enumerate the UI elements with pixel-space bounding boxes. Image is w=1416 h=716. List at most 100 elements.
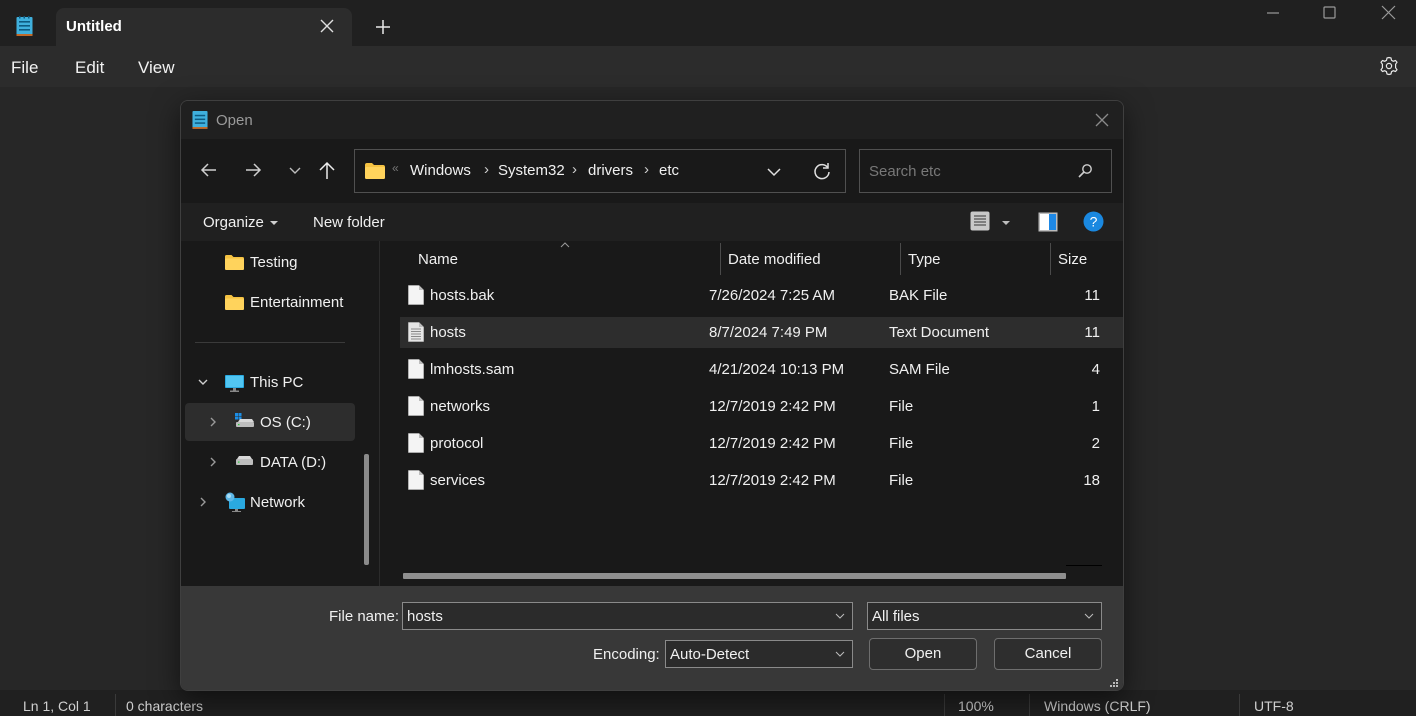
menu-file[interactable]: File (11, 58, 38, 78)
zoom-level[interactable]: 100% (958, 698, 994, 714)
search-input[interactable]: Search etc (859, 149, 1112, 193)
dialog-title: Open (216, 112, 253, 129)
file-type: File (889, 398, 914, 415)
up-arrow-icon[interactable] (316, 159, 338, 181)
menu-view[interactable]: View (138, 58, 175, 78)
column-header-size[interactable]: Size (1058, 251, 1087, 268)
sidebar-item-testing[interactable]: Testing (185, 243, 355, 281)
address-bar[interactable]: « Windows › System32 › drivers › etc (354, 149, 846, 193)
chevron-right-icon[interactable] (197, 496, 209, 508)
sidebar-scrollbar[interactable] (364, 454, 369, 565)
column-separator[interactable] (1050, 243, 1051, 275)
preview-pane-icon[interactable] (1038, 212, 1058, 232)
search-icon[interactable] (1077, 163, 1093, 179)
breadcrumb-separator-icon[interactable]: › (572, 161, 577, 178)
encoding-select[interactable]: Auto-Detect (665, 640, 853, 668)
file-row[interactable]: hosts 8/7/2024 7:49 PM Text Document 11 (400, 317, 1123, 348)
file-name: services (430, 472, 486, 489)
new-tab-icon[interactable] (374, 18, 392, 36)
column-separator[interactable] (720, 243, 721, 275)
sidebar-item-os-c[interactable]: OS (C:) (185, 403, 355, 441)
line-ending[interactable]: Windows (CRLF) (1044, 698, 1151, 714)
close-tab-icon[interactable] (318, 17, 336, 35)
dialog-title-bar: Open (181, 101, 1123, 139)
menu-edit[interactable]: Edit (75, 58, 104, 78)
menu-bar: File Edit View (0, 46, 1416, 87)
sidebar-divider (195, 342, 345, 343)
resize-grip-icon[interactable] (1109, 678, 1119, 688)
chevron-down-icon[interactable] (1083, 611, 1095, 621)
chevron-down-icon[interactable] (834, 611, 846, 621)
sidebar-label: Entertainment (250, 294, 344, 311)
file-row[interactable]: hosts.bak 7/26/2024 7:25 AM BAK File 11 (400, 280, 1123, 311)
file-type-select[interactable]: All files (867, 602, 1102, 630)
open-button[interactable]: Open (869, 638, 977, 670)
address-dropdown-icon[interactable] (765, 163, 783, 181)
back-arrow-icon[interactable] (198, 159, 220, 181)
close-dialog-icon[interactable] (1093, 111, 1111, 129)
encoding-status[interactable]: UTF-8 (1254, 698, 1294, 714)
chevron-right-icon[interactable] (207, 456, 219, 468)
column-header-name[interactable]: Name (418, 251, 458, 268)
chevron-down-icon[interactable] (834, 649, 846, 659)
overflow-chevron-icon[interactable]: « (392, 161, 399, 175)
breadcrumb-etc[interactable]: etc (659, 162, 679, 179)
drive-icon (236, 456, 253, 465)
file-size: 1 (1091, 398, 1100, 415)
sidebar-item-network[interactable]: Network (185, 483, 355, 521)
sidebar-item-this-pc[interactable]: This PC (185, 363, 355, 401)
file-row[interactable]: protocol 12/7/2019 2:42 PM File 2 (400, 428, 1123, 459)
breadcrumb-windows[interactable]: Windows (410, 162, 471, 179)
file-row[interactable]: lmhosts.sam 4/21/2024 10:13 PM SAM File 4 (400, 354, 1123, 385)
file-size: 2 (1091, 435, 1100, 452)
organize-label: Organize (203, 214, 264, 231)
tab-untitled[interactable]: Untitled (56, 8, 352, 46)
forward-arrow-icon[interactable] (242, 159, 264, 181)
notepad-window: Untitled File Edit View Ln 1, Col 1 0 ch… (0, 0, 1416, 716)
file-icon (408, 433, 424, 453)
close-window-icon[interactable] (1379, 4, 1399, 24)
column-header-type[interactable]: Type (908, 251, 941, 268)
file-type: File (889, 472, 914, 489)
new-folder-button[interactable]: New folder (313, 214, 385, 231)
chevron-right-icon[interactable] (207, 416, 219, 428)
file-size: 11 (1084, 324, 1100, 341)
status-divider (944, 694, 945, 716)
cancel-button[interactable]: Cancel (994, 638, 1102, 670)
sidebar-item-data-d[interactable]: DATA (D:) (185, 443, 355, 481)
svg-text:?: ? (1090, 214, 1098, 230)
character-count: 0 characters (126, 698, 204, 714)
chevron-down-icon[interactable] (197, 376, 209, 388)
open-file-dialog: Open « Windows › System32 › drivers › et… (180, 100, 1124, 691)
column-header-date[interactable]: Date modified (728, 251, 821, 268)
details-view-icon[interactable] (970, 211, 990, 231)
organize-button[interactable]: Organize (203, 214, 278, 231)
file-name: hosts (430, 324, 466, 341)
status-divider (1239, 694, 1240, 716)
file-type: File (889, 435, 914, 452)
settings-gear-icon[interactable] (1379, 56, 1399, 76)
column-separator[interactable] (900, 243, 901, 275)
horizontal-scrollbar[interactable] (403, 573, 1066, 579)
sidebar-item-entertainment[interactable]: Entertainment (185, 283, 355, 321)
file-row[interactable]: services 12/7/2019 2:42 PM File 18 (400, 465, 1123, 496)
help-icon[interactable]: ? (1083, 211, 1104, 232)
maximize-icon[interactable] (1320, 4, 1340, 24)
view-options-caret-icon[interactable] (1002, 221, 1010, 225)
file-type: BAK File (889, 287, 948, 304)
breadcrumb-drivers[interactable]: drivers (588, 162, 633, 179)
sidebar-label: OS (C:) (260, 414, 311, 431)
breadcrumb-separator-icon[interactable]: › (484, 161, 489, 178)
status-divider (115, 694, 116, 716)
sidebar-label: Testing (250, 254, 298, 271)
file-name-input[interactable]: hosts (402, 602, 853, 630)
recent-locations-chevron-icon[interactable] (284, 159, 306, 181)
breadcrumb-separator-icon[interactable]: › (644, 161, 649, 178)
sidebar-label: Network (250, 494, 306, 511)
file-row[interactable]: networks 12/7/2019 2:42 PM File 1 (400, 391, 1123, 422)
refresh-icon[interactable] (811, 161, 833, 183)
breadcrumb-system32[interactable]: System32 (498, 162, 565, 179)
minimize-icon[interactable] (1263, 4, 1283, 24)
cursor-position: Ln 1, Col 1 (23, 698, 91, 714)
folder-icon (225, 295, 244, 310)
